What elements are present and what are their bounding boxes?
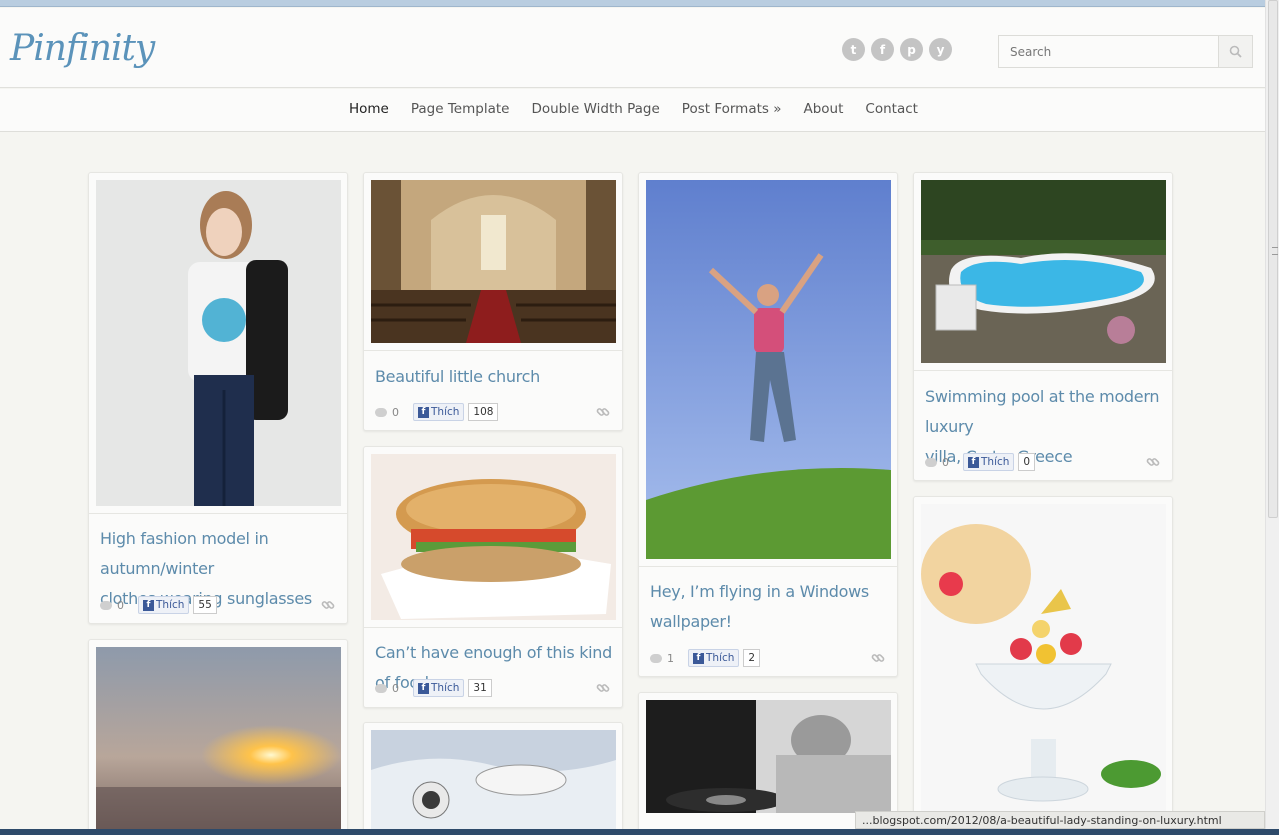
youtube-icon[interactable]: y	[929, 38, 952, 61]
link-icon[interactable]	[321, 598, 335, 612]
post-card[interactable]	[913, 496, 1173, 826]
twitter-icon[interactable]: t	[842, 38, 865, 61]
nav-home[interactable]: Home	[349, 101, 389, 117]
facebook-like-button[interactable]: f Thích	[413, 679, 465, 697]
nav-contact[interactable]: Contact	[865, 101, 918, 117]
top-accent-bar	[0, 0, 1265, 7]
comment-icon[interactable]	[925, 457, 937, 467]
post-image[interactable]	[921, 504, 1166, 814]
post-image[interactable]	[371, 454, 616, 620]
comment-icon[interactable]	[375, 683, 387, 693]
facebook-icon: f	[143, 599, 154, 611]
scrollbar-thumb[interactable]	[1268, 0, 1278, 518]
nav-post-formats[interactable]: Post Formats »	[682, 101, 782, 117]
post-meta: 0 f Thích 0	[925, 453, 1036, 471]
post-image[interactable]	[371, 180, 616, 343]
main-nav: Home Page Template Double Width Page Pos…	[0, 89, 1265, 132]
comment-count[interactable]: 1	[667, 652, 674, 665]
link-icon[interactable]	[596, 405, 610, 419]
nav-double-width-page[interactable]: Double Width Page	[531, 101, 659, 117]
comment-count[interactable]: 0	[392, 406, 399, 419]
comment-count[interactable]: 0	[117, 599, 124, 612]
social-links: t f p y	[842, 38, 952, 61]
search-input[interactable]	[999, 36, 1218, 67]
post-image[interactable]	[371, 730, 616, 835]
pinterest-icon[interactable]: p	[900, 38, 923, 61]
post-image[interactable]	[646, 180, 891, 559]
search-button[interactable]	[1218, 36, 1252, 67]
post-card[interactable]	[363, 722, 623, 835]
post-title[interactable]: Hey, I’m flying in a Windows wallpaper!	[650, 577, 890, 637]
search-icon	[1229, 45, 1242, 58]
facebook-icon[interactable]: f	[871, 38, 894, 61]
comment-count[interactable]: 0	[392, 682, 399, 695]
post-image[interactable]	[646, 700, 891, 813]
like-count: 55	[193, 596, 217, 614]
facebook-icon: f	[693, 652, 704, 664]
post-meta: 1 f Thích 2	[650, 649, 761, 667]
post-card[interactable]: Beautiful little church 0 f Thích 108	[363, 172, 623, 431]
nav-page-template[interactable]: Page Template	[411, 101, 510, 117]
comment-icon[interactable]	[650, 653, 662, 663]
like-count: 2	[743, 649, 761, 667]
post-title[interactable]: Beautiful little church	[375, 362, 615, 392]
facebook-icon: f	[968, 456, 979, 468]
comment-icon[interactable]	[375, 407, 387, 417]
facebook-like-button[interactable]: f Thích	[413, 403, 465, 421]
taskbar	[0, 829, 1279, 835]
like-count: 0	[1018, 453, 1036, 471]
link-icon[interactable]	[1146, 455, 1160, 469]
nav-about[interactable]: About	[803, 101, 843, 117]
search-box	[998, 35, 1253, 68]
post-card[interactable]: Hey, I’m flying in a Windows wallpaper! …	[638, 172, 898, 677]
post-image[interactable]	[96, 647, 341, 835]
site-logo[interactable]: Pinfinity	[10, 28, 155, 69]
post-card[interactable]	[88, 639, 348, 835]
like-count: 108	[468, 403, 499, 421]
facebook-icon: f	[418, 406, 429, 418]
facebook-icon: f	[418, 682, 429, 694]
post-meta: 0 f Thích 108	[375, 403, 499, 421]
link-icon[interactable]	[596, 681, 610, 695]
vertical-scrollbar[interactable]	[1265, 0, 1279, 835]
post-image[interactable]	[96, 180, 341, 506]
comment-icon[interactable]	[100, 600, 112, 610]
post-card[interactable]: High fashion model in autumn/winter clot…	[88, 172, 348, 624]
post-card[interactable]: Swimming pool at the modern luxury villa…	[913, 172, 1173, 481]
facebook-like-button[interactable]: f Thích	[138, 596, 190, 614]
like-count: 31	[468, 679, 492, 697]
link-icon[interactable]	[871, 651, 885, 665]
post-meta: 0 f Thích 55	[100, 596, 217, 614]
post-meta: 0 f Thích 31	[375, 679, 492, 697]
post-card[interactable]: Can’t have enough of this kind of food 0…	[363, 446, 623, 708]
status-bar-url: ...blogspot.com/2012/08/a-beautiful-lady…	[855, 811, 1265, 829]
post-image[interactable]	[921, 180, 1166, 363]
facebook-like-button[interactable]: f Thích	[688, 649, 740, 667]
comment-count[interactable]: 0	[942, 456, 949, 469]
facebook-like-button[interactable]: f Thích	[963, 453, 1015, 471]
site-header: Pinfinity t f p y	[0, 8, 1265, 88]
